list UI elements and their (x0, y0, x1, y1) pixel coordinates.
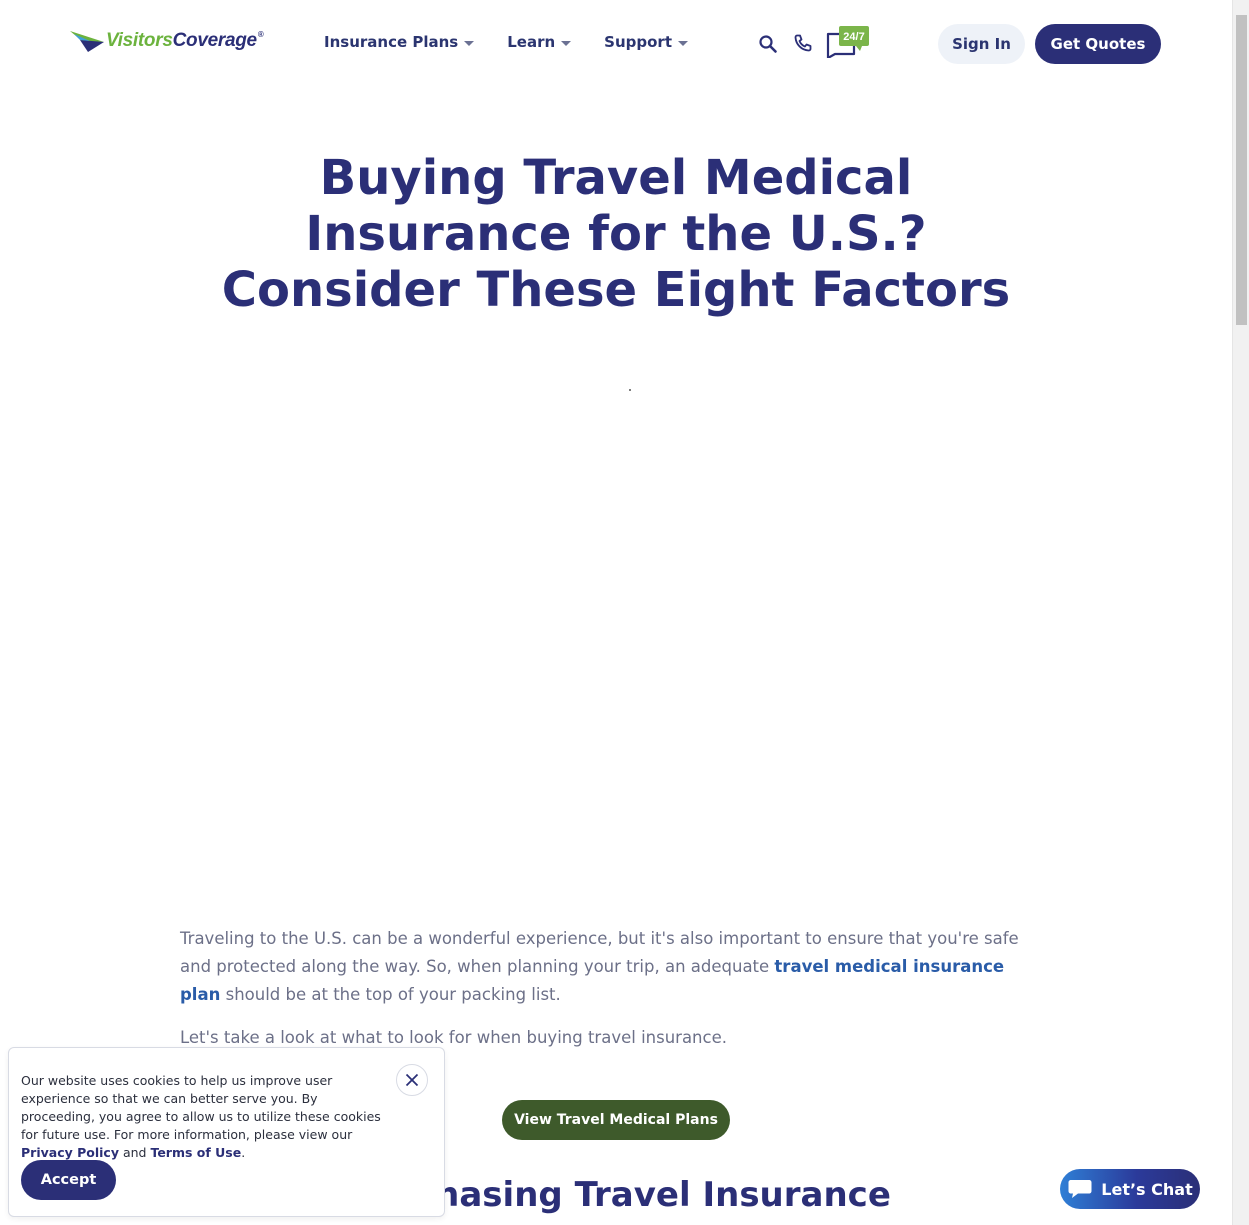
logo-text-coverage: Coverage (172, 30, 258, 51)
caret-down-icon (561, 40, 572, 46)
lets-chat-button[interactable]: Let’s Chat (1060, 1169, 1200, 1209)
intro-paragraph: Traveling to the U.S. can be a wonderful… (180, 925, 1040, 1009)
intro-text-end: should be at the top of your packing lis… (220, 985, 561, 1004)
phone-icon[interactable] (793, 33, 813, 53)
site-header: VisitorsCoverage® Insurance Plans Learn … (0, 0, 1232, 88)
accept-cookies-button[interactable]: Accept (21, 1160, 116, 1200)
nav-learn[interactable]: Learn (507, 33, 572, 51)
chat-bubble-icon (1068, 1180, 1092, 1198)
search-icon[interactable] (758, 34, 778, 54)
nav-insurance-plans[interactable]: Insurance Plans (324, 33, 475, 51)
cookie-message-text: Our website uses cookies to help us impr… (21, 1073, 381, 1142)
caret-down-icon (464, 40, 475, 46)
sign-in-button[interactable]: Sign In (938, 24, 1025, 64)
cookie-banner: Our website uses cookies to help us impr… (8, 1047, 445, 1217)
privacy-policy-link[interactable]: Privacy Policy (21, 1145, 119, 1160)
close-icon (405, 1073, 419, 1087)
lets-chat-label: Let’s Chat (1101, 1179, 1193, 1199)
cookie-and-text: and (118, 1145, 151, 1160)
scrollbar-thumb[interactable] (1236, 15, 1247, 325)
chat-24-7-icon[interactable]: 24/7 (826, 26, 870, 58)
caret-down-icon (678, 40, 688, 46)
logo-text-visitors: Visitors (106, 30, 173, 51)
terms-of-use-link[interactable]: Terms of Use (150, 1145, 241, 1160)
get-quotes-button[interactable]: Get Quotes (1035, 24, 1161, 64)
nav-learn-label: Learn (507, 33, 556, 51)
title-line-1: Buying Travel Medical (319, 150, 913, 206)
logo[interactable]: VisitorsCoverage® (70, 28, 264, 54)
nav-support-label: Support (604, 33, 672, 51)
view-travel-medical-plans-button[interactable]: View Travel Medical Plans (502, 1100, 730, 1140)
chat-badge-label: 24/7 (843, 31, 864, 43)
cookie-message: Our website uses cookies to help us impr… (21, 1072, 393, 1162)
nav-insurance-plans-label: Insurance Plans (324, 33, 459, 51)
page-scrollbar[interactable] (1232, 0, 1249, 1225)
page-title: Buying Travel Medical Insurance for the … (200, 150, 1032, 318)
title-line-2: Insurance for the U.S.? (305, 206, 927, 262)
cookie-close-button[interactable] (396, 1064, 428, 1096)
cookie-period: . (241, 1145, 246, 1160)
title-line-3: Consider These Eight Factors (221, 262, 1011, 318)
article-body: Traveling to the U.S. can be a wonderful… (180, 925, 1040, 1067)
logo-swoosh-icon (70, 31, 104, 52)
main-nav: Insurance Plans Learn Support (324, 33, 721, 51)
nav-support[interactable]: Support (604, 33, 688, 51)
logo-registered-mark: ® (257, 30, 264, 39)
loading-indicator (629, 389, 631, 391)
